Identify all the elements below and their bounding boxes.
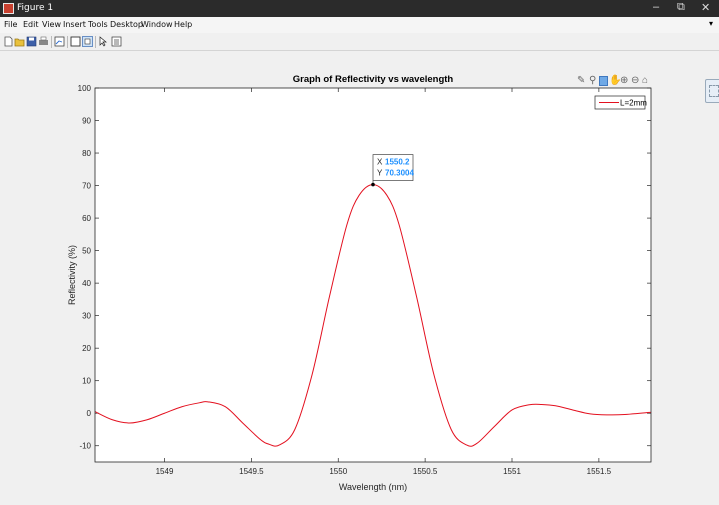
y-tick-label: 80 (82, 149, 91, 158)
x-axis-label: Wavelength (nm) (339, 482, 407, 492)
y-tick-label: 0 (87, 409, 92, 418)
y-tick-label: 50 (82, 247, 91, 256)
data-tip-x-value: 1550.2 (385, 158, 410, 167)
y-tick-label: -10 (79, 442, 91, 451)
y-tick-label: 30 (82, 312, 91, 321)
y-tick-label: 60 (82, 214, 91, 223)
y-axis-label: Reflectivity (%) (67, 245, 77, 305)
legend[interactable]: L=2mm (594, 95, 647, 110)
data-tip-x-label: X (377, 158, 383, 167)
reflectivity-chart: -10 0 10 20 30 40 50 60 70 80 90 100 1549 1549.5 1550… (67, 74, 652, 492)
data-tip-y-label: Y (377, 169, 383, 178)
x-tick-label: 1551.5 (587, 467, 612, 476)
y-tick-label: 100 (78, 84, 92, 93)
y-tick-label: 40 (82, 279, 91, 288)
y-tick-label: 10 (82, 377, 91, 386)
x-tick-label: 1550.5 (413, 467, 438, 476)
x-tick-label: 1549.5 (239, 467, 264, 476)
chart-title: Graph of Reflectivity vs wavelength (293, 74, 454, 85)
x-tick-label: 1549 (156, 467, 174, 476)
data-tip-marker (371, 182, 375, 187)
axes-background[interactable] (95, 88, 651, 462)
y-tick-label: 90 (82, 117, 91, 126)
y-tick-label: 20 (82, 344, 91, 353)
legend-entry: L=2mm (620, 99, 647, 108)
y-tick-label: 70 (82, 182, 91, 191)
x-tick-label: 1550 (329, 467, 347, 476)
data-tip-y-value: 70.3004 (385, 169, 414, 178)
x-tick-label: 1551 (503, 467, 521, 476)
